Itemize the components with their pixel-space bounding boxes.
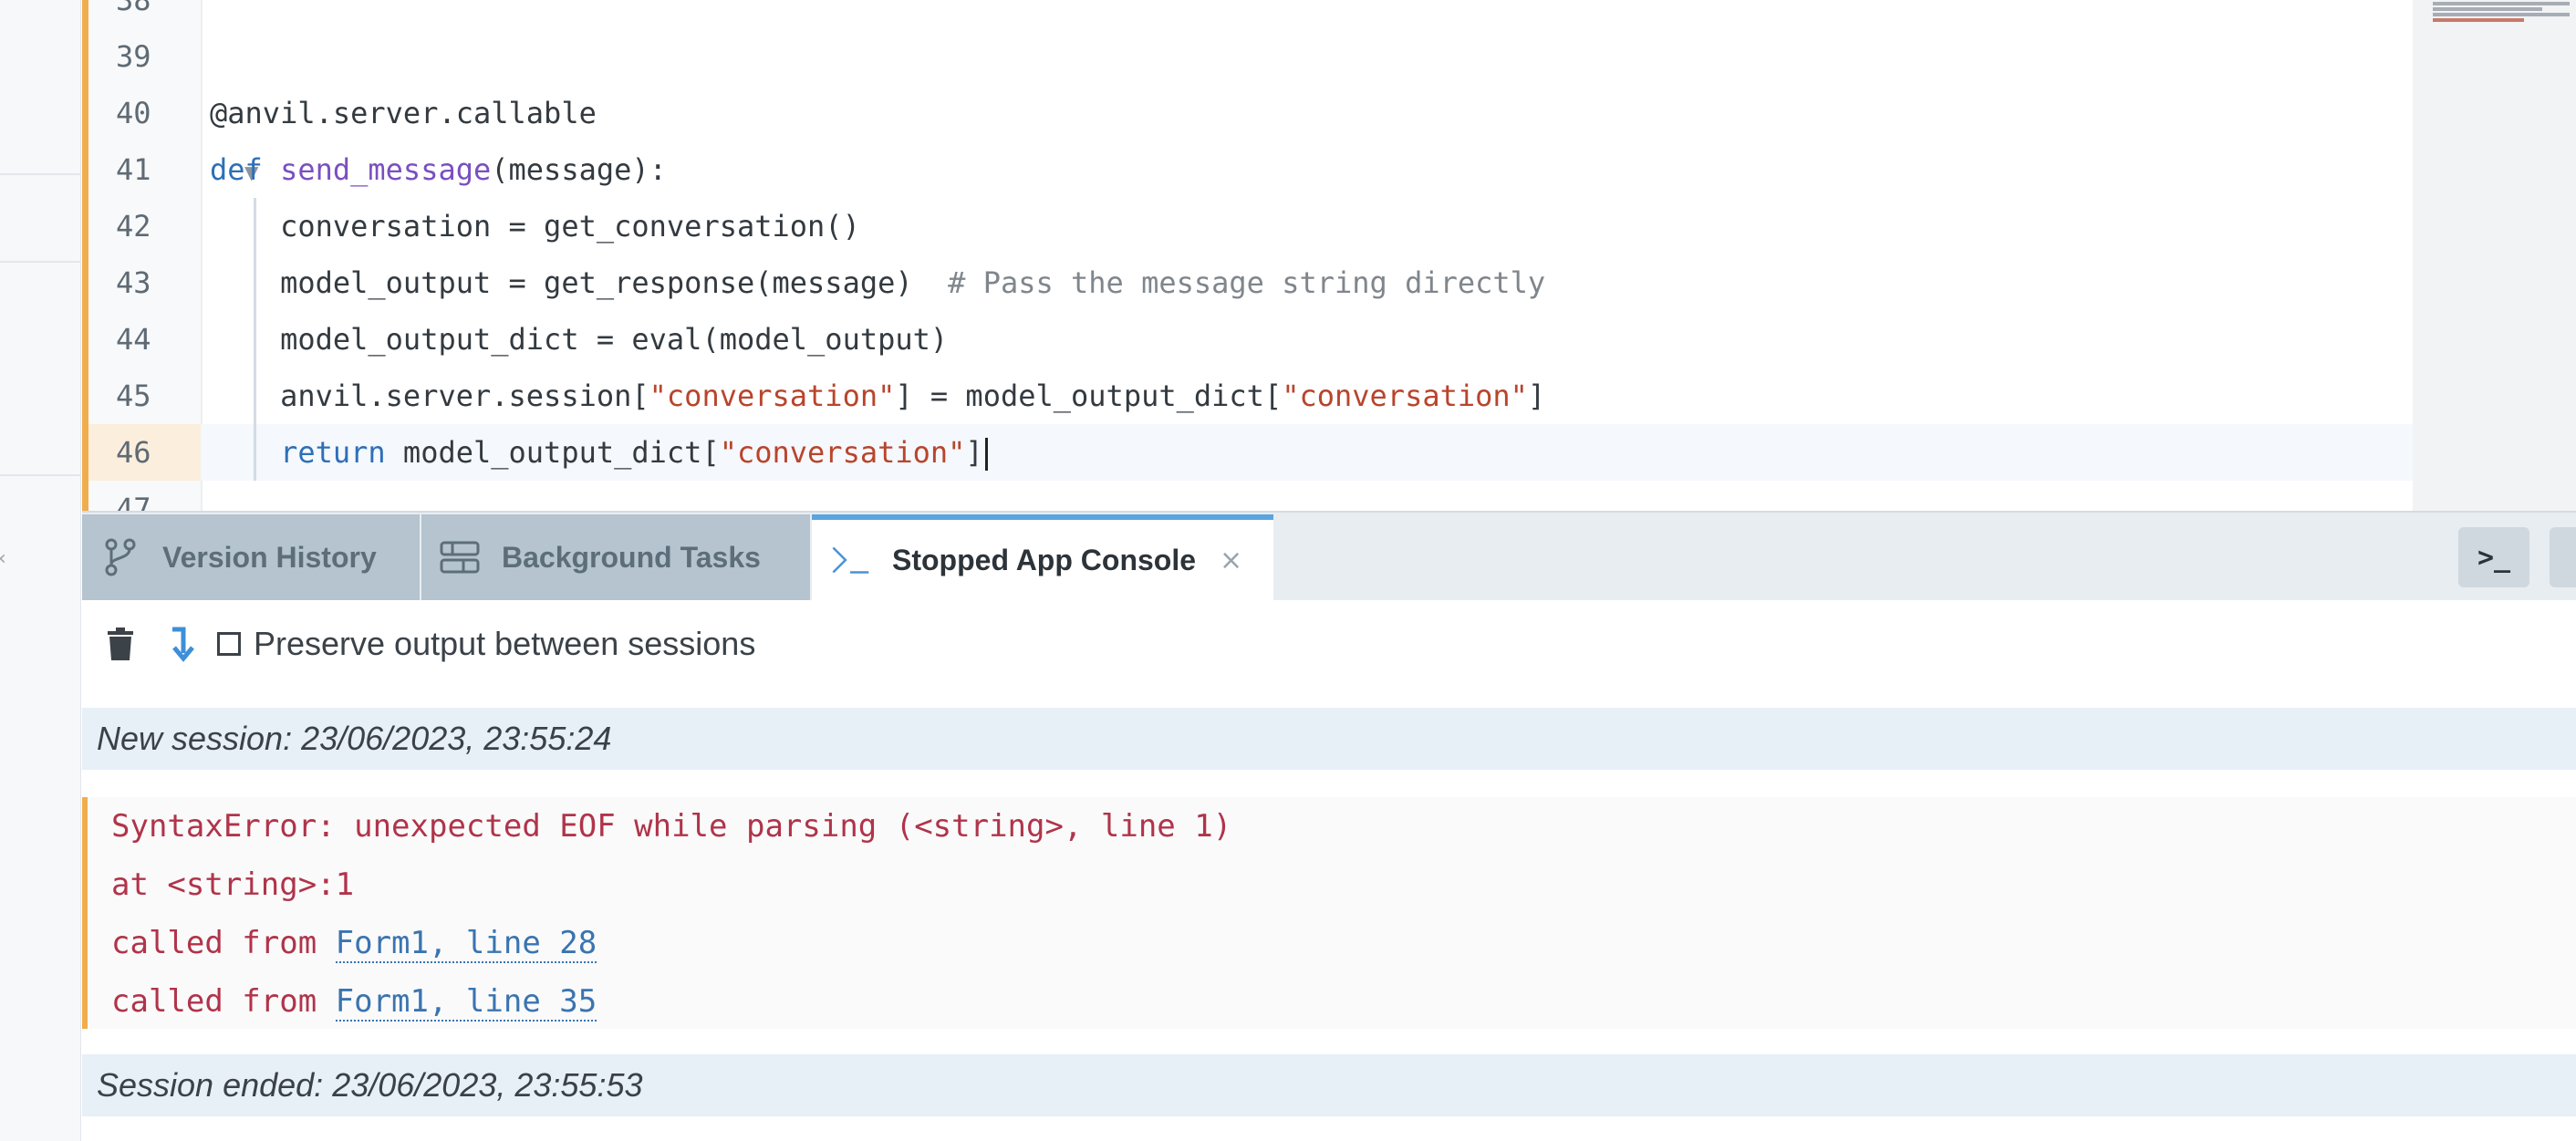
session-end-banner: Session ended: 23/06/2023, 23:55:53 [82, 1054, 2576, 1116]
code-token: model_output = get_response(message) [210, 265, 949, 300]
code-token: model_output_dict = eval(model_output) [210, 322, 949, 357]
code-text[interactable]: model_output_dict = eval(model_output) [210, 311, 948, 368]
line-number: 44 [116, 322, 151, 357]
line-number: 38 [116, 0, 151, 17]
code-token: ] [1527, 379, 1546, 413]
git-branch-icon [100, 537, 140, 577]
code-line[interactable]: 47 [82, 481, 2576, 511]
line-number: 40 [116, 96, 151, 130]
error-message: SyntaxError: unexpected EOF while parsin… [111, 808, 1232, 845]
left-sidebar: ‹ [0, 0, 81, 1141]
code-line[interactable]: 38 [82, 0, 2576, 28]
terminal-icon [830, 540, 870, 580]
close-icon[interactable]: × [1220, 545, 1242, 576]
tab-label: Stopped App Console [892, 543, 1197, 576]
code-line[interactable]: 39 [82, 28, 2576, 85]
code-token: "conversation" [719, 435, 966, 470]
traceback-line: called from Form1, line 28 [111, 925, 597, 963]
code-line[interactable]: 42 conversation = get_conversation() [82, 198, 2576, 254]
text-cursor [984, 438, 988, 471]
code-text[interactable]: anvil.server.session["conversation"] = m… [210, 368, 1545, 424]
code-editor[interactable]: 38 39 40 @anvil.server.callable 41 ▼ def send_… [82, 0, 2576, 511]
console-tail [82, 1118, 2576, 1141]
chevron-left-icon[interactable]: ‹ [0, 547, 6, 570]
code-line[interactable]: 40 @anvil.server.callable [82, 85, 2576, 141]
console-toolbar: Preserve output between sessions [82, 600, 2576, 688]
traceback-link[interactable]: Form1, line 28 [335, 925, 597, 963]
panel-menu-button[interactable] [2550, 527, 2576, 587]
line-number: 46 [88, 424, 201, 481]
preserve-output-checkbox[interactable] [217, 632, 241, 656]
code-line[interactable]: 46 return model_output_dict["conversatio… [82, 424, 2576, 481]
trash-icon[interactable] [102, 626, 139, 662]
sidebar-divider [0, 474, 80, 476]
bottom-panel-tabs: Version History Background Tasks Stopped… [82, 511, 2576, 604]
code-token: anvil.server.session[ [210, 379, 649, 413]
code-token: conversation = get_conversation() [210, 209, 860, 244]
code-text[interactable]: conversation = get_conversation() [210, 198, 860, 254]
traceback-link[interactable]: Form1, line 35 [335, 983, 597, 1022]
code-line[interactable]: 44 model_output_dict = eval(model_output… [82, 311, 2576, 368]
code-text[interactable]: model_output = get_response(message) # P… [210, 254, 1545, 311]
line-number: 45 [116, 379, 151, 413]
code-token: # Pass the message string directly [948, 265, 1546, 300]
terminal-icon: >_ [2477, 541, 2511, 574]
code-token: ] = model_output_dict[ [895, 379, 1283, 413]
line-number: 42 [116, 209, 151, 244]
code-token: "conversation" [649, 379, 896, 413]
tab-version-history[interactable]: Version History [82, 514, 420, 600]
sidebar-divider [0, 261, 80, 263]
line-number: 39 [116, 39, 151, 74]
tab-background-tasks[interactable]: Background Tasks [421, 514, 810, 600]
code-token: send_message [280, 152, 492, 187]
error-traceback: SyntaxError: unexpected EOF while parsin… [82, 797, 2576, 1029]
session-start-banner: New session: 23/06/2023, 23:55:24 [82, 708, 2576, 770]
tab-stopped-app-console[interactable]: Stopped App Console × [812, 514, 1273, 600]
code-line[interactable]: 43 model_output = get_response(message) … [82, 254, 2576, 311]
code-token: (message): [491, 152, 667, 187]
code-line[interactable]: 41 ▼ def send_message(message): [82, 141, 2576, 198]
session-end-text: Session ended: 23/06/2023, 23:55:53 [97, 1066, 643, 1104]
line-number: 47 [116, 492, 151, 511]
code-line[interactable]: 45 anvil.server.session["conversation"] … [82, 368, 2576, 424]
code-token: ] [965, 435, 983, 470]
code-token: "conversation" [1282, 379, 1528, 413]
code-text[interactable]: @anvil.server.callable [210, 85, 597, 141]
code-token: def [210, 152, 281, 187]
preserve-output-label: Preserve output between sessions [254, 625, 756, 662]
code-token: @anvil.server.callable [210, 96, 597, 130]
code-text[interactable]: def send_message(message): [210, 141, 667, 198]
code-token: model_output_dict[ [385, 435, 720, 470]
line-number: 43 [116, 265, 151, 300]
sidebar-divider [0, 173, 80, 175]
editor-accent-bar [82, 0, 88, 511]
code-minimap[interactable] [2413, 0, 2576, 511]
tasks-icon [440, 537, 480, 577]
session-start-text: New session: 23/06/2023, 23:55:24 [97, 720, 612, 757]
scroll-to-bottom-icon[interactable] [164, 626, 201, 662]
code-text[interactable]: return model_output_dict["conversation"] [210, 424, 988, 481]
tab-label: Version History [162, 540, 377, 574]
open-terminal-button[interactable]: >_ [2458, 527, 2529, 587]
tab-label: Background Tasks [502, 540, 761, 574]
line-number: 41 [116, 152, 151, 187]
traceback-line: called from Form1, line 35 [111, 983, 597, 1022]
error-location: at <string>:1 [111, 866, 355, 903]
code-token: return [280, 435, 386, 470]
